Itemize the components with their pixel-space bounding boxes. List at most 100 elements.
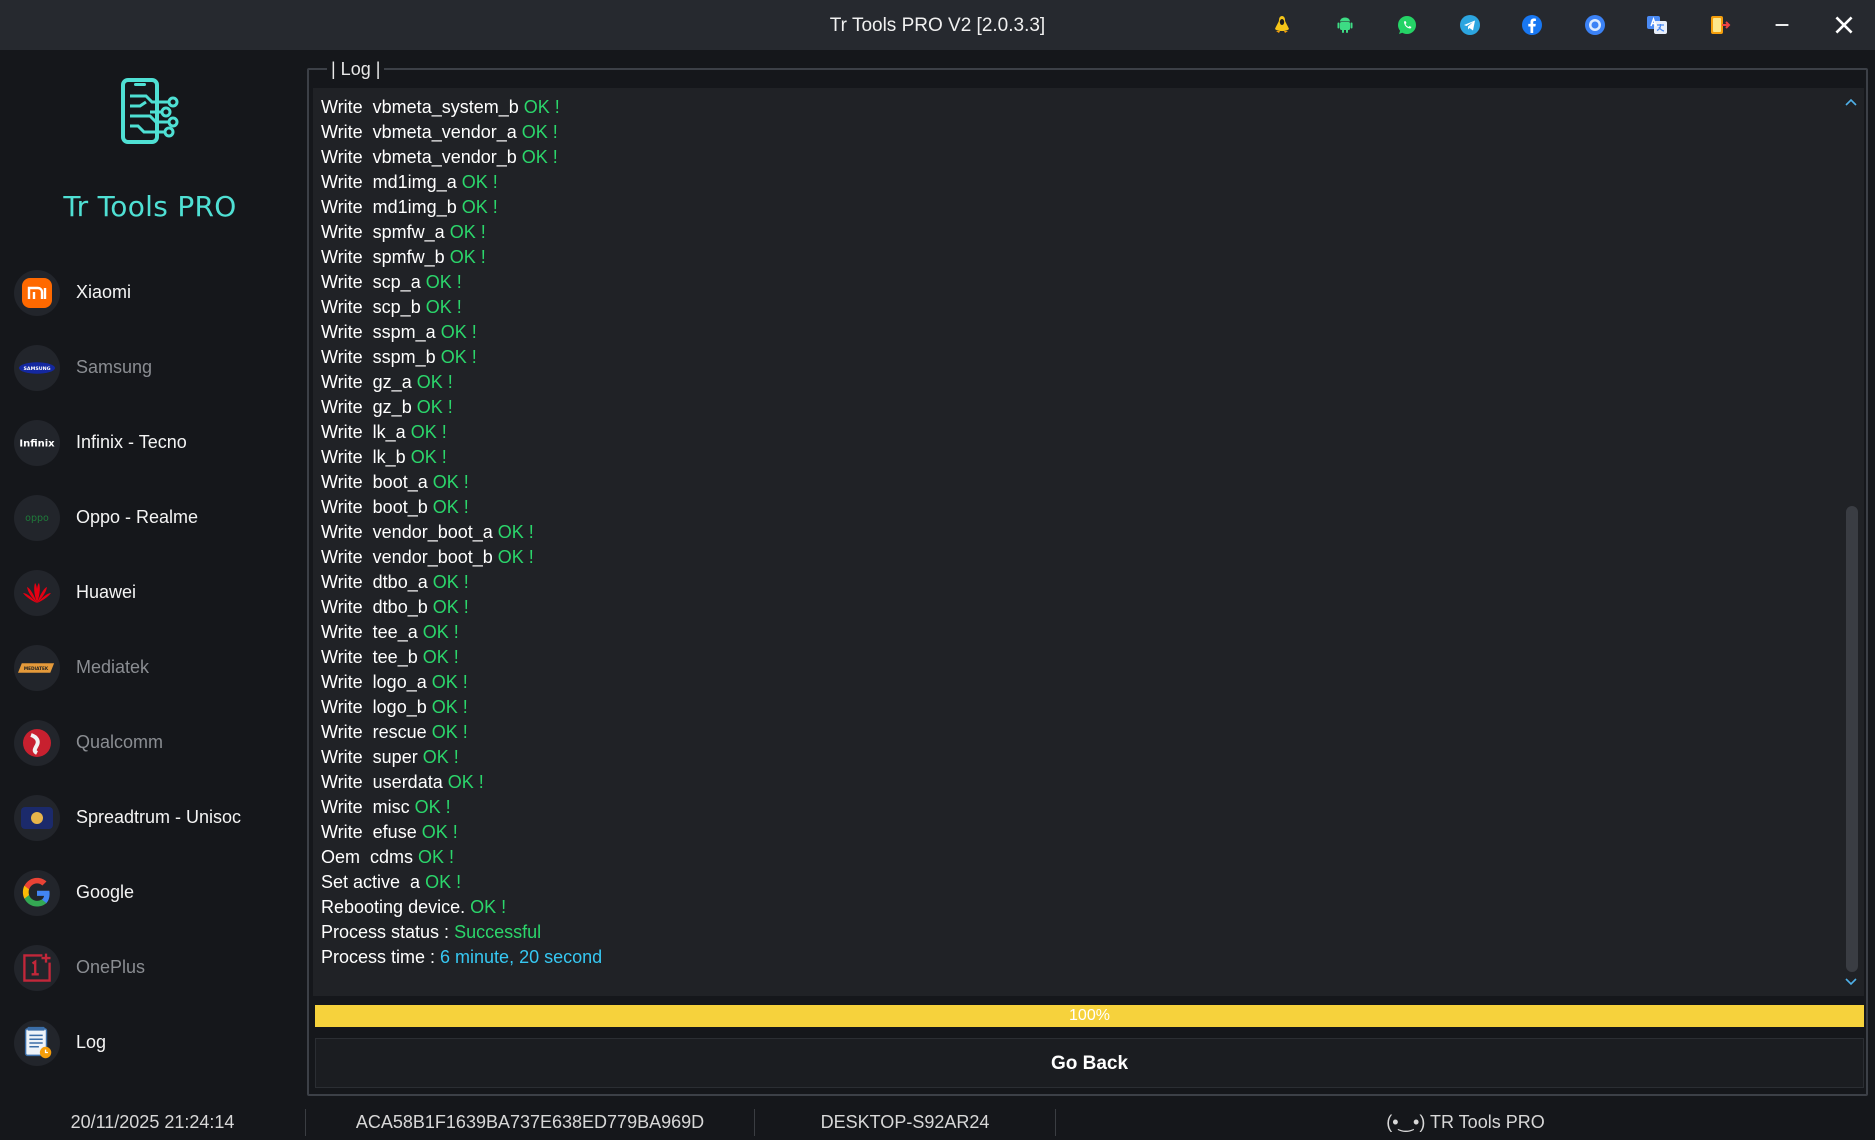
- toolbar-icons: [1251, 0, 1875, 50]
- log-line: Write logo_a OK !: [321, 670, 602, 695]
- app-logo: Tr Tools PRO: [0, 78, 300, 248]
- log-line: Write scp_b OK !: [321, 295, 602, 320]
- log-status: OK !: [432, 497, 469, 517]
- log-text: Write sspm_b: [321, 347, 441, 367]
- log-line: Write gz_b OK !: [321, 395, 602, 420]
- close-button[interactable]: [1813, 0, 1875, 50]
- telegram-icon[interactable]: [1439, 0, 1502, 50]
- log-line: Set active a OK !: [321, 870, 602, 895]
- sidebar-nav: Xiaomi SAMSUNG Samsung Infinix Infinix -…: [0, 255, 300, 1080]
- log-line: Process status : Successful: [321, 920, 602, 945]
- translate-icon[interactable]: [1626, 0, 1689, 50]
- log-status: OK !: [422, 747, 459, 767]
- log-text: Write logo_a: [321, 672, 432, 692]
- sidebar-item-google[interactable]: Google: [0, 855, 300, 930]
- go-back-button[interactable]: Go Back: [315, 1038, 1864, 1088]
- log-text: Write logo_b: [321, 697, 432, 717]
- sidebar-item-mediatek[interactable]: MEDIATEK Mediatek: [0, 630, 300, 705]
- log-output[interactable]: Write vbmeta_system_b OK ! Write vbmeta_v…: [313, 88, 1864, 996]
- mediatek-icon: MEDIATEK: [14, 644, 60, 691]
- sidebar-item-qualcomm[interactable]: Qualcomm: [0, 705, 300, 780]
- scroll-thumb[interactable]: [1846, 506, 1858, 972]
- log-line: Write efuse OK !: [321, 820, 602, 845]
- oppo-icon: oppo: [14, 494, 60, 541]
- log-status: OK !: [447, 772, 484, 792]
- log-line: Write tee_a OK !: [321, 620, 602, 645]
- log-status: OK !: [431, 722, 468, 742]
- log-status: OK !: [521, 147, 558, 167]
- chevron-up-icon[interactable]: [1844, 96, 1858, 110]
- log-line: Write boot_a OK !: [321, 470, 602, 495]
- record-icon[interactable]: [1564, 0, 1627, 50]
- log-status: OK !: [410, 447, 447, 467]
- log-scrollbar[interactable]: [1838, 88, 1864, 996]
- log-line: Write vbmeta_system_b OK !: [321, 95, 602, 120]
- status-datetime: 20/11/2025 21:24:14: [70, 1112, 235, 1132]
- log-icon: [14, 1019, 60, 1066]
- qualcomm-icon: [14, 719, 60, 766]
- sidebar-item-samsung[interactable]: SAMSUNG Samsung: [0, 330, 300, 405]
- log-status: OK !: [422, 622, 459, 642]
- log-text: Write boot_a: [321, 472, 433, 492]
- log-status: OK !: [410, 422, 447, 442]
- sidebar-item-label: Mediatek: [76, 657, 150, 677]
- sidebar: Tr Tools PRO Xiaomi SAMSUNG Samsung Infi…: [0, 50, 300, 1100]
- linux-icon[interactable]: [1251, 0, 1314, 50]
- log-status: OK !: [449, 247, 486, 267]
- sidebar-item-label: Google: [76, 882, 135, 902]
- whatsapp-icon[interactable]: [1376, 0, 1439, 50]
- status-bar: 20/11/2025 21:24:14 ACA58B1F1639BA737E63…: [0, 1105, 1875, 1140]
- minimize-button[interactable]: [1751, 0, 1813, 50]
- phone-circuit-icon: [118, 78, 184, 148]
- sidebar-item-xiaomi[interactable]: Xiaomi: [0, 255, 300, 330]
- log-status: OK !: [523, 97, 560, 117]
- log-status: OK !: [418, 847, 455, 867]
- chevron-down-icon[interactable]: [1844, 974, 1858, 988]
- log-status: OK !: [440, 322, 477, 342]
- log-text: Write spmfw_a: [321, 222, 450, 242]
- log-line: Write gz_a OK !: [321, 370, 602, 395]
- log-panel: | Log | Write vbmeta_system_b OK ! Write …: [307, 59, 1868, 1096]
- sidebar-item-label: Spreadtrum - Unisoc: [76, 807, 242, 827]
- sidebar-item-infinix-tecno[interactable]: Infinix Infinix - Tecno: [0, 405, 300, 480]
- log-line: Write sspm_a OK !: [321, 320, 602, 345]
- unisoc-icon: [14, 794, 60, 841]
- log-status: OK !: [425, 272, 462, 292]
- log-text: Set active a: [321, 872, 426, 892]
- log-text: Write gz_a: [321, 372, 417, 392]
- log-text: Write gz_b: [321, 397, 417, 417]
- sidebar-item-huawei[interactable]: Huawei: [0, 555, 300, 630]
- account-switch-icon[interactable]: [1689, 0, 1752, 50]
- log-line: Oem cdms OK !: [321, 845, 602, 870]
- sidebar-item-oneplus[interactable]: OnePlus: [0, 930, 300, 1005]
- app-name: Tr Tools PRO: [63, 190, 237, 223]
- log-text: Write vbmeta_vendor_b: [321, 147, 522, 167]
- sidebar-item-log[interactable]: Log: [0, 1005, 300, 1080]
- log-line: Write logo_b OK !: [321, 695, 602, 720]
- log-text: Write vendor_boot_a: [321, 522, 498, 542]
- log-text: Write md1img_b: [321, 197, 462, 217]
- log-text: Process status :: [321, 922, 455, 942]
- log-line: Write super OK !: [321, 745, 602, 770]
- svg-text:SAMSUNG: SAMSUNG: [24, 365, 51, 371]
- log-status: OK !: [425, 872, 462, 892]
- sidebar-item-label: Log: [76, 1032, 107, 1052]
- log-text: Write scp_a: [321, 272, 426, 292]
- log-line: Write vbmeta_vendor_b OK !: [321, 145, 602, 170]
- sidebar-item-oppo-realme[interactable]: oppo Oppo - Realme: [0, 480, 300, 555]
- facebook-icon[interactable]: [1501, 0, 1564, 50]
- sidebar-item-spreadtrum-unisoc[interactable]: Spreadtrum - Unisoc: [0, 780, 300, 855]
- log-text: Write misc: [321, 797, 415, 817]
- log-status: OK !: [521, 122, 558, 142]
- android-icon[interactable]: [1314, 0, 1377, 50]
- log-status: OK !: [432, 597, 469, 617]
- sidebar-item-label: Huawei: [76, 582, 137, 602]
- sidebar-item-label: Samsung: [76, 357, 153, 377]
- log-text: Write super: [321, 747, 423, 767]
- log-line: Write dtbo_a OK !: [321, 570, 602, 595]
- status-brand: (•‿•) TR Tools PRO: [1386, 1112, 1545, 1132]
- log-status: OK !: [431, 697, 468, 717]
- log-text: Write lk_b: [321, 447, 411, 467]
- oneplus-icon: [14, 944, 60, 991]
- log-line: Write spmfw_b OK !: [321, 245, 602, 270]
